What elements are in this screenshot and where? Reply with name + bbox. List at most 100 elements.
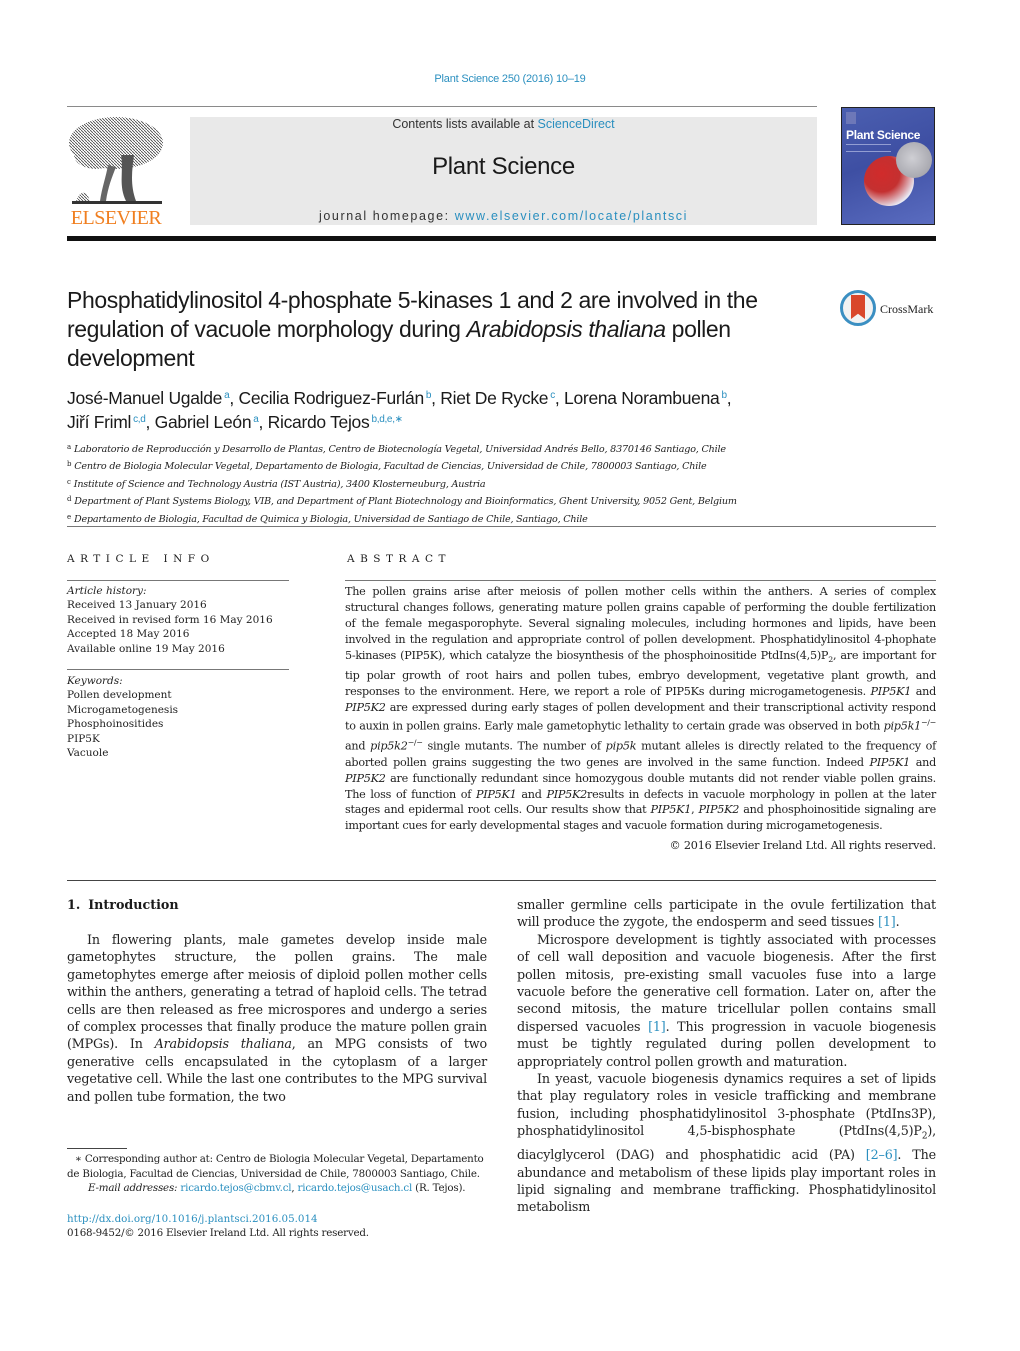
abstract-rule xyxy=(345,580,936,581)
keyword-item: Microgametogenesis xyxy=(67,703,179,716)
sciencedirect-link[interactable]: ScienceDirect xyxy=(538,117,615,131)
homepage-prefix: journal homepage: xyxy=(318,209,455,223)
affiliation-key: d xyxy=(67,495,72,504)
author[interactable]: Lorena Norambuena b, xyxy=(564,388,732,408)
body-column-right: smaller germline cells participate in th… xyxy=(517,896,936,1216)
text-run: single mutants. The number of xyxy=(422,739,606,753)
email-link[interactable]: ricardo.tejos@usach.cl xyxy=(298,1182,413,1194)
affiliation-item: d Department of Plant Systems Biology, VI… xyxy=(67,492,937,509)
text-run: smaller germline cells participate in th… xyxy=(517,897,936,930)
abstract-paragraph: The pollen grains arise after meiosis of… xyxy=(345,584,936,834)
italic-term: PIP5K2 xyxy=(698,803,740,817)
author[interactable]: Riet De Rycke c, xyxy=(440,388,564,408)
author-list: José-Manuel Ugalde a, Cecilia Rodriguez-F… xyxy=(67,385,827,433)
article-title: Phosphatidylinositol 4-phosphate 5-kinas… xyxy=(67,286,807,373)
journal-homepage-line: journal homepage: www.elsevier.com/locat… xyxy=(190,209,817,223)
keyword-item: Phosphoinositides xyxy=(67,718,164,731)
affiliation-key: c xyxy=(67,477,71,486)
italic-term: PIP5K1 xyxy=(650,803,692,817)
affiliation-text: Department of Plant Systems Biology, VIB… xyxy=(74,496,737,508)
text-run: and xyxy=(345,739,371,753)
body-column-left: In flowering plants, male gametes develo… xyxy=(67,931,487,1105)
journal-reference[interactable]: Plant Science 250 (2016) 10–19 xyxy=(0,73,1020,85)
affiliations-rule xyxy=(67,526,936,527)
author-name: Gabriel León xyxy=(154,412,252,432)
cover-publisher-badge xyxy=(846,112,856,124)
body-paragraph: smaller germline cells participate in th… xyxy=(517,896,936,931)
author-name: Riet De Rycke xyxy=(440,388,549,408)
email-label: E-mail addresses: xyxy=(88,1182,178,1195)
history-item: Accepted 18 May 2016 xyxy=(67,628,190,641)
abstract-heading: ABSTRACT xyxy=(347,553,452,565)
header-thick-rule xyxy=(67,236,936,241)
crossmark-label: CrossMark xyxy=(880,302,934,316)
italic-term: PIP5K1 xyxy=(869,755,911,769)
elsevier-wordmark: ELSEVIER xyxy=(70,207,162,229)
contents-available-line: Contents lists available at ScienceDirec… xyxy=(190,117,817,131)
author[interactable]: Cecilia Rodriguez-Furlán b, xyxy=(239,388,441,408)
journal-cover-image[interactable]: Plant Science xyxy=(841,107,935,225)
keyword-item: PIP5K xyxy=(67,732,100,745)
affiliation-text: Institute of Science and Technology Aust… xyxy=(73,478,486,490)
affiliation-text: Centro de Biologia Molecular Vegetal, De… xyxy=(74,461,707,473)
keyword-item: Vacuole xyxy=(67,747,109,760)
text-run: . xyxy=(895,914,900,930)
citation-link[interactable]: [1] xyxy=(878,914,896,929)
italic-term: PIP5K2 xyxy=(345,771,386,785)
italic-term: PIP5K2 xyxy=(546,787,588,801)
text-run: In yeast, vacuole biogenesis dynamics re… xyxy=(517,1071,936,1139)
keyword-item: Pollen development xyxy=(67,689,172,702)
keywords: Keywords: Pollen development Microgameto… xyxy=(67,674,297,760)
affiliation-item: e Departamento de Biologia, Facultad de Q… xyxy=(67,510,937,527)
email-line: E-mail addresses: ricardo.tejos@cbmv.cl,… xyxy=(88,1182,466,1195)
italic-term: pip5k2 xyxy=(370,739,408,753)
text-run: In flowering plants, male gametes develo… xyxy=(67,932,487,1052)
author[interactable]: José-Manuel Ugalde a, xyxy=(67,388,239,408)
affiliations: a Laboratorio de Reproducción y Desarroll… xyxy=(67,440,937,527)
affiliation-text: Laboratorio de Reproducción y Desarrollo… xyxy=(73,444,726,455)
affiliation-key: a xyxy=(67,443,71,451)
author-name: Cecilia Rodriguez-Furlán xyxy=(238,388,425,408)
italic-term: PIP5K1 xyxy=(870,684,912,698)
superscript: −/− xyxy=(407,738,423,748)
author[interactable]: Gabriel León a, xyxy=(155,412,268,432)
article-history: Article history: Received 13 January 201… xyxy=(67,584,297,656)
author-name: Jiří Friml xyxy=(67,412,132,432)
section-title: Introduction xyxy=(88,897,179,912)
text-run: and xyxy=(910,755,937,769)
author[interactable]: Jiří Friml c,d, xyxy=(67,412,155,432)
separator: , xyxy=(145,412,155,432)
title-species: Arabidopsis thaliana xyxy=(466,316,667,342)
email-suffix: (R. Tejos). xyxy=(412,1182,466,1195)
affiliation-marker[interactable]: c,d xyxy=(133,414,146,425)
abstract-copyright: © 2016 Elsevier Ireland Ltd. All rights … xyxy=(669,839,937,852)
footnote-rule xyxy=(67,1148,127,1149)
author-name: Ricardo Tejos xyxy=(267,412,370,432)
history-item: Received 13 January 2016 xyxy=(67,599,207,612)
history-label: Article history: xyxy=(67,585,147,597)
author-name: José-Manuel Ugalde xyxy=(67,388,223,408)
journal-homepage-link[interactable]: www.elsevier.com/locate/plantsci xyxy=(455,209,688,223)
issn-copyright: 0168-9452/© 2016 Elsevier Ireland Ltd. A… xyxy=(67,1227,369,1239)
crossmark-button[interactable]: CrossMark xyxy=(840,290,940,330)
separator: , xyxy=(554,388,565,408)
author[interactable]: Ricardo Tejos b,d,e,∗ xyxy=(268,412,403,432)
citation-link[interactable]: [2–6] xyxy=(866,1147,898,1162)
affiliation-key: e xyxy=(67,512,71,521)
italic-term: PIP5K1 xyxy=(475,787,517,801)
body-paragraph: Microspore development is tightly associ… xyxy=(517,931,936,1070)
citation-link[interactable]: [1] xyxy=(648,1019,666,1034)
italic-term: Arabidopsis thaliana xyxy=(154,1036,292,1052)
italic-term: pip5k xyxy=(605,739,637,753)
email-link[interactable]: ricardo.tejos@cbmv.cl xyxy=(180,1182,291,1194)
text-run: and xyxy=(516,787,547,801)
affiliation-key: b xyxy=(67,460,72,469)
section-rule xyxy=(67,880,936,881)
doi-link[interactable]: http://dx.doi.org/10.1016/j.plantsci.201… xyxy=(67,1212,318,1227)
header-rule xyxy=(67,106,817,107)
affiliation-item: b Centro de Biologia Molecular Vegetal, D… xyxy=(67,457,937,474)
affiliation-item: c Institute of Science and Technology Aus… xyxy=(67,475,937,492)
affiliation-marker[interactable]: b,d,e,∗ xyxy=(371,414,403,425)
italic-term: pip5k1 xyxy=(883,720,922,734)
cover-subtitle-lines xyxy=(846,144,891,152)
